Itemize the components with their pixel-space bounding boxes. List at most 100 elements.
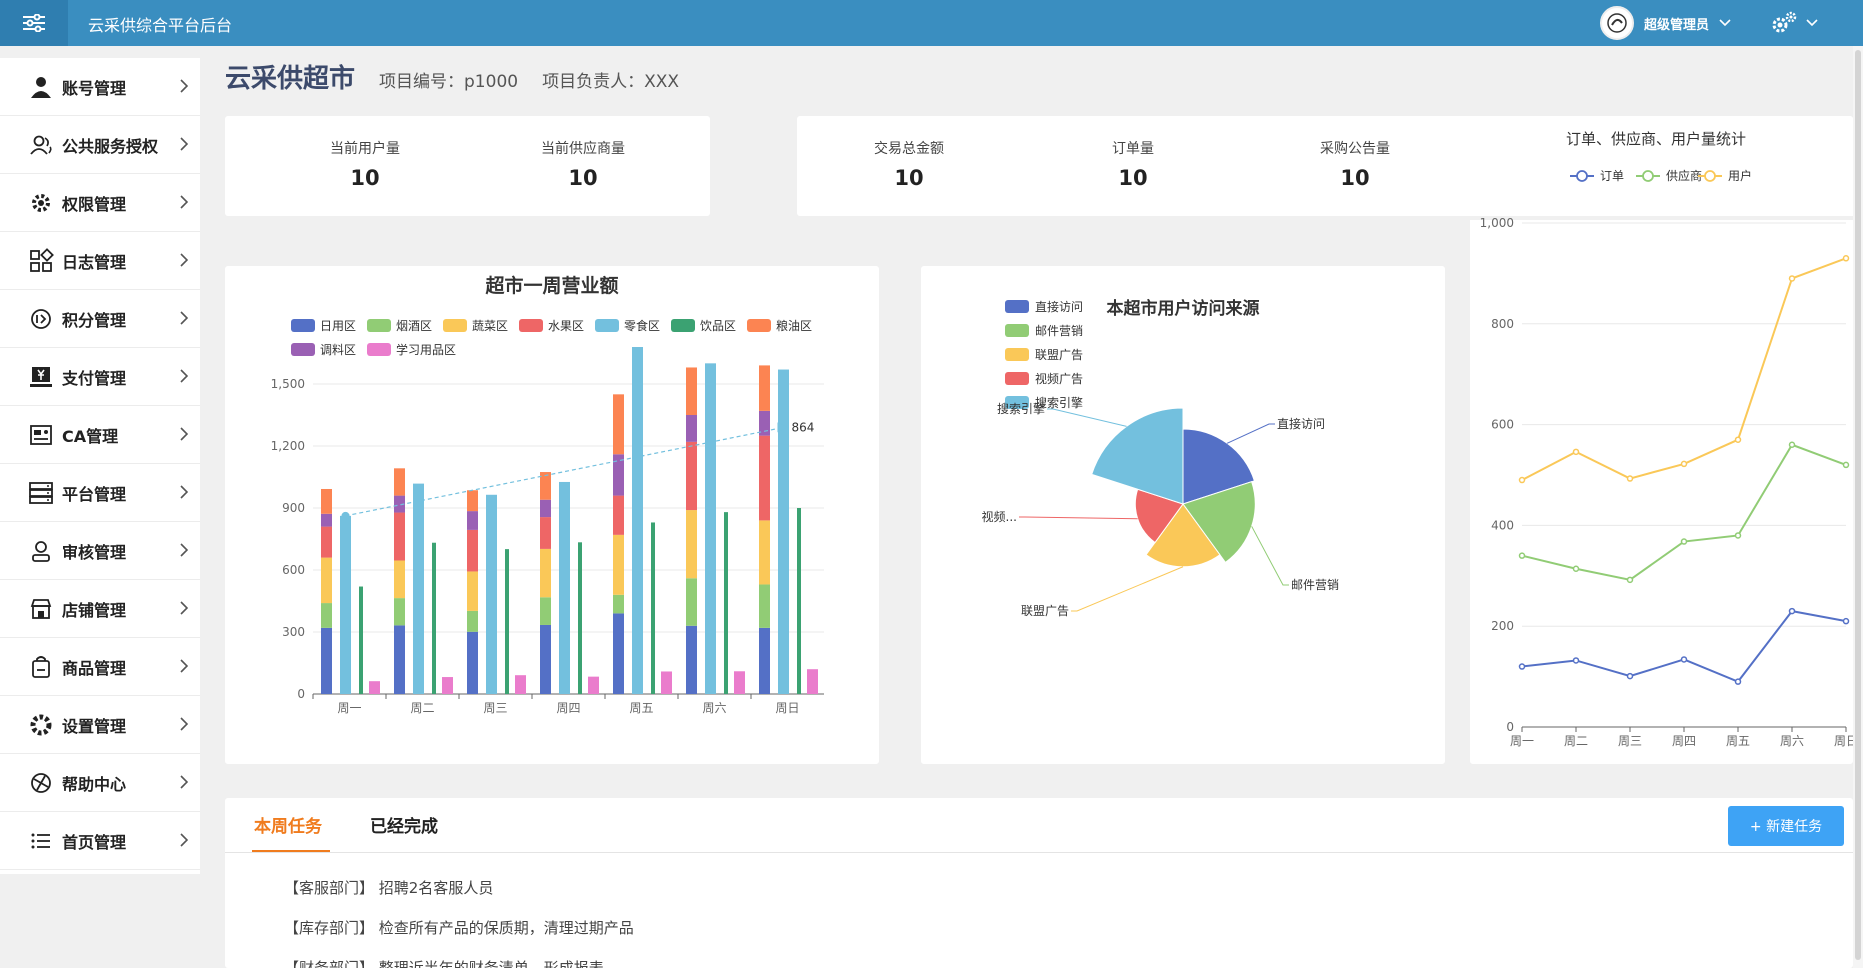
legend-label: 用户 — [1728, 168, 1752, 183]
y-tick-label: 800 — [1491, 317, 1514, 331]
legend-label: 日用区 — [320, 319, 356, 333]
sidebar-item[interactable]: 积分管理 — [0, 290, 200, 348]
stat-orders: 订单量 10 — [1043, 138, 1223, 190]
x-tick-label: 周二 — [1564, 734, 1588, 748]
visit-source-card: 本超市用户访问来源 直接访问 邮件营销 联盟广告 视频广告 搜索引擎 直接访问 邮件营销 联盟广… — [921, 266, 1445, 764]
bar — [486, 494, 497, 694]
sidebar-item[interactable]: 帮助中心 — [0, 754, 200, 812]
stat-label: 订单量 — [1112, 141, 1154, 157]
sidebar-item[interactable]: 商品管理 — [0, 638, 200, 696]
legend-label: 直接访问 — [1035, 299, 1083, 314]
bar-segment — [613, 594, 624, 614]
bar-segment — [467, 610, 478, 632]
x-tick-label: 周六 — [702, 701, 726, 715]
label-line — [1019, 516, 1138, 520]
stat-label: 采购公告量 — [1320, 141, 1390, 157]
legend-swatch — [367, 319, 391, 332]
legend-swatch — [1005, 300, 1029, 313]
scrollbar-thumb[interactable] — [1855, 50, 1861, 960]
sidebar-item[interactable]: 设置管理 — [0, 696, 200, 754]
slice-label: 搜索引擎 — [997, 401, 1045, 416]
data-point — [1734, 678, 1742, 685]
bar-segment — [467, 571, 478, 611]
list-icon — [28, 828, 54, 854]
y-tick-label: 400 — [1491, 518, 1514, 532]
sidebar: 账号管理公共服务授权权限管理日志管理积分管理 支付管理 CA管理 平台管理 审核管理 店铺… — [0, 58, 200, 874]
label-line — [1047, 408, 1127, 427]
bar-segment — [321, 488, 332, 514]
x-tick-label: 周日 — [1834, 734, 1853, 748]
bar-segment — [686, 415, 697, 442]
x-tick-label: 周四 — [556, 701, 580, 715]
sidebar-item[interactable]: 日志管理 — [0, 232, 200, 290]
card-gap — [1470, 216, 1853, 220]
x-tick-label: 周三 — [483, 701, 507, 715]
data-point — [1734, 532, 1742, 539]
slice-label: 视频... — [982, 509, 1017, 524]
sidebar-item[interactable]: 权限管理 — [0, 174, 200, 232]
new-task-button[interactable]: + 新建任务 — [1728, 806, 1844, 846]
y-tick-label: 1,500 — [271, 377, 305, 391]
chevron-right-icon — [180, 368, 189, 387]
sidebar-item-label: 账号管理 — [62, 78, 127, 98]
menu-toggle-button[interactable] — [0, 0, 68, 46]
legend-label: 邮件营销 — [1035, 324, 1083, 338]
chevron-right-icon — [180, 600, 189, 619]
label-line — [1226, 423, 1275, 444]
chevron-right-icon — [180, 774, 189, 793]
payment-icon — [28, 364, 54, 390]
page-header: 云采供超市 项目编号：p1000 项目负责人：XXX — [225, 58, 703, 98]
tab-current-week[interactable]: 本周任务 — [254, 812, 322, 837]
bar-segment — [321, 526, 332, 558]
bar — [807, 669, 818, 694]
user-menu[interactable]: 超级管理员 — [1600, 6, 1731, 40]
data-point — [1626, 475, 1634, 482]
slice-label: 邮件营销 — [1291, 578, 1339, 592]
sidebar-item[interactable]: 首页管理 — [0, 812, 200, 870]
bar — [778, 369, 789, 694]
data-point — [1626, 672, 1634, 680]
legend-label: 调料区 — [320, 343, 356, 357]
settings-menu[interactable] — [1770, 10, 1818, 36]
data-point — [1626, 576, 1634, 584]
bar-segment — [321, 627, 332, 694]
x-tick-label: 周四 — [1672, 734, 1696, 748]
sidebar-item[interactable]: 账号管理 — [0, 58, 200, 116]
sidebar-item-label: 帮助中心 — [62, 774, 127, 794]
bar-segment — [759, 365, 770, 411]
bar-segment — [321, 513, 332, 527]
tab-completed[interactable]: 已经完成 — [370, 812, 438, 837]
sidebar-item[interactable]: 支付管理 — [0, 348, 200, 406]
sidebar-item[interactable]: CA管理 — [0, 406, 200, 464]
x-tick-label: 周二 — [410, 701, 434, 715]
sidebar-item[interactable]: 审核管理 — [0, 522, 200, 580]
legend-marker — [1576, 170, 1588, 182]
data-point — [1788, 607, 1796, 615]
stats-trend-card: 订单、供应商、用户量统计 订单 供应商 用户 0 200 400 600 800 1,000 周一 周… — [1470, 116, 1858, 764]
bar — [661, 671, 672, 694]
legend-label: 蔬菜区 — [472, 319, 508, 333]
sidebar-item[interactable]: 公共服务授权 — [0, 116, 200, 174]
sidebar-item[interactable]: 店铺管理 — [0, 580, 200, 638]
users-icon — [28, 132, 54, 158]
legend-label: 视频广告 — [1035, 371, 1083, 386]
sidebar-item-label: 日志管理 — [62, 252, 127, 272]
bar-segment — [540, 624, 551, 694]
gear-icon — [28, 190, 54, 216]
y-tick-label: 1,000 — [1480, 216, 1514, 230]
sidebar-item-label: 公共服务授权 — [62, 136, 159, 156]
bar-segment — [540, 499, 551, 518]
legend-swatch — [595, 319, 619, 332]
chevron-right-icon — [180, 832, 189, 851]
avatar — [1600, 6, 1634, 40]
data-point — [1788, 275, 1796, 282]
chart-title: 本超市用户访问来源 — [1107, 298, 1260, 319]
bar — [734, 671, 745, 694]
chevron-down-icon — [1719, 19, 1731, 27]
data-point — [1680, 538, 1688, 545]
x-tick-label: 周五 — [629, 701, 653, 715]
bar-segment — [613, 495, 624, 535]
sidebar-item[interactable]: 平台管理 — [0, 464, 200, 522]
legend-label: 学习用品区 — [396, 342, 456, 357]
data-point — [1518, 476, 1526, 484]
